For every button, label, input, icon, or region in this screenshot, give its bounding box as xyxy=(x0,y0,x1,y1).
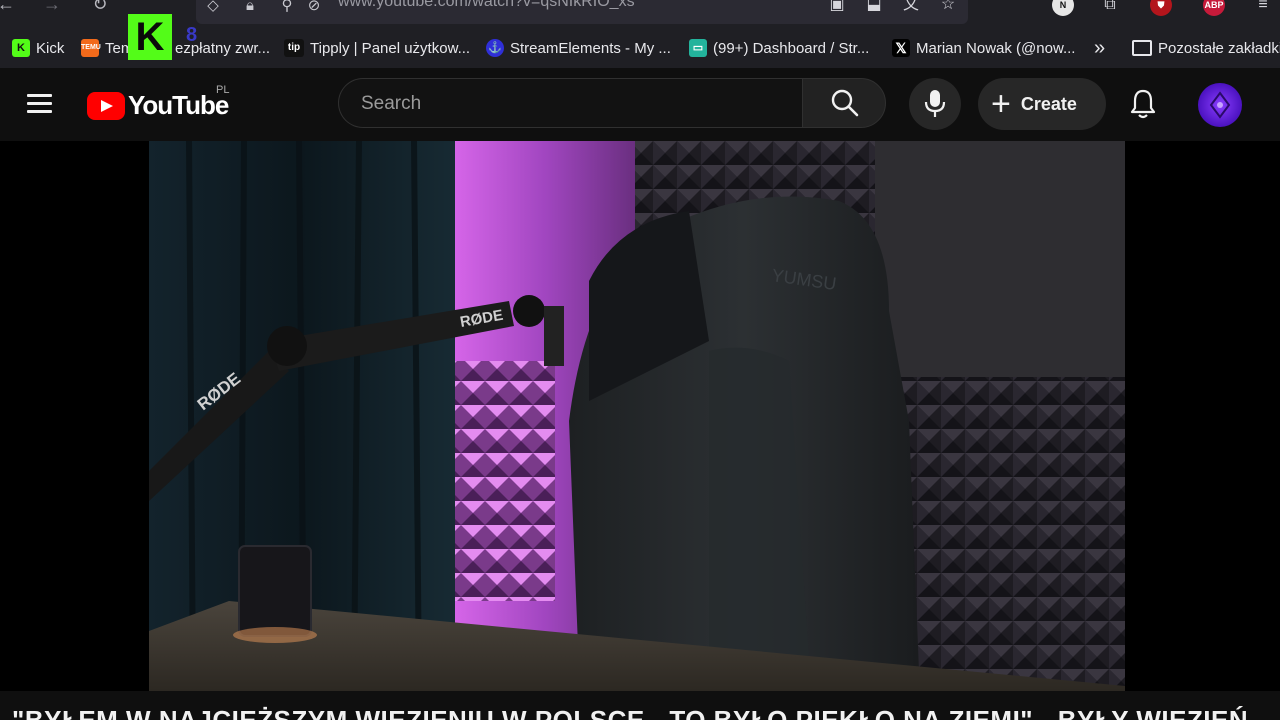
youtube-play-icon xyxy=(87,91,125,120)
folder-icon xyxy=(1132,40,1152,56)
youtube-logo[interactable]: YouTube xyxy=(87,90,229,121)
bookmark-label: (99+) Dashboard / Str... xyxy=(713,39,870,57)
hamburger-menu-icon[interactable] xyxy=(27,94,52,114)
bookmark-other-folder[interactable]: Pozostałe zakładki xyxy=(1132,36,1280,60)
bookmark-label: Marian Nowak (@now... xyxy=(916,39,1076,57)
plus-icon: + xyxy=(991,85,1011,123)
kick-overlay-badge: 8 xyxy=(186,24,198,46)
menu-icon[interactable]: ≡ xyxy=(1252,0,1274,16)
tracking-off-icon[interactable]: ⊘ xyxy=(304,0,324,16)
reload-icon[interactable]: ↻ xyxy=(88,0,112,18)
create-button[interactable]: + Create xyxy=(978,78,1106,130)
extension-n-icon[interactable]: N xyxy=(1052,0,1074,16)
video-player-container: YUMSU RØDE RØDE xyxy=(0,141,1280,691)
extension-abp-icon[interactable]: ABP xyxy=(1203,0,1225,16)
translate-icon[interactable]: 文 xyxy=(900,0,922,16)
create-label: Create xyxy=(1020,93,1077,114)
country-code: PL xyxy=(216,84,230,96)
kick-overlay-logo: K xyxy=(128,14,172,60)
temu-icon: TEMU xyxy=(81,39,101,57)
extension-ublock-icon[interactable]: ⛊ xyxy=(1150,0,1172,16)
avatar-emblem-icon xyxy=(1209,91,1231,119)
x-icon: 𝕏 xyxy=(892,39,910,57)
streamelements-icon: ⚓ xyxy=(486,39,504,57)
shield-icon[interactable]: ◇ xyxy=(203,0,223,16)
account-avatar[interactable] xyxy=(1198,83,1242,127)
bookmark-twitch-dashboard[interactable]: ▭ (99+) Dashboard / Str... xyxy=(689,36,869,60)
notifications-bell-icon[interactable] xyxy=(1128,88,1158,120)
microphone-icon xyxy=(924,90,946,117)
search-button[interactable] xyxy=(802,78,886,128)
video-player[interactable]: YUMSU RØDE RØDE xyxy=(149,141,1125,691)
bookmark-label: Kick xyxy=(36,39,65,57)
search-icon xyxy=(831,89,859,117)
bookmark-streamelements[interactable]: ⚓ StreamElements - My ... xyxy=(486,36,671,60)
bookmark-tipply[interactable]: tip Tipply | Panel użytkow... xyxy=(284,36,470,60)
lock-icon[interactable]: 🔒︎ xyxy=(240,0,260,16)
picture-in-picture-icon[interactable]: ▣ xyxy=(826,0,848,16)
video-title-strip: "BYŁEM W NAJCIĘŻSZYM WIĘZIENIU W POLSCE … xyxy=(0,691,1280,720)
url-text[interactable]: www.youtube.com/watch?v=qsNIkRIO_xs xyxy=(338,0,635,11)
bookmark-label: StreamElements - My ... xyxy=(510,39,671,57)
bookmark-temu[interactable]: TEMU Tem xyxy=(81,36,133,60)
tipply-icon: tip xyxy=(284,39,304,57)
search-box xyxy=(338,78,802,128)
bookmark-label: Pozostałe zakładki xyxy=(1158,39,1280,57)
twitch-icon: ▭ xyxy=(689,39,707,57)
forward-icon[interactable]: → xyxy=(40,0,64,18)
save-to-pocket-icon[interactable]: ⬓ xyxy=(863,0,885,16)
voice-search-button[interactable] xyxy=(909,78,961,130)
youtube-header: YouTube PL + Create xyxy=(0,68,1280,141)
bookmark-kick[interactable]: K Kick xyxy=(12,36,64,60)
bookmark-x-profile[interactable]: 𝕏 Marian Nowak (@now... xyxy=(892,36,1075,60)
back-icon[interactable]: ← xyxy=(0,0,18,18)
more-bookmarks-chevron-icon[interactable]: » xyxy=(1094,36,1105,60)
search-input[interactable] xyxy=(359,91,783,117)
kick-icon: K xyxy=(12,39,30,57)
video-frame: YUMSU RØDE RØDE xyxy=(149,141,1125,691)
youtube-wordmark: YouTube xyxy=(128,90,229,120)
bookmark-star-icon[interactable]: ☆ xyxy=(937,0,959,16)
extensions-puzzle-icon[interactable]: ⧉ xyxy=(1099,0,1121,16)
bookmark-label: Tipply | Panel użytkow... xyxy=(310,39,471,57)
bell-icon xyxy=(1130,89,1156,119)
video-title: "BYŁEM W NAJCIĘŻSZYM WIĘZIENIU W POLSCE … xyxy=(12,705,1249,720)
permissions-icon[interactable]: ⚲ xyxy=(277,0,297,16)
